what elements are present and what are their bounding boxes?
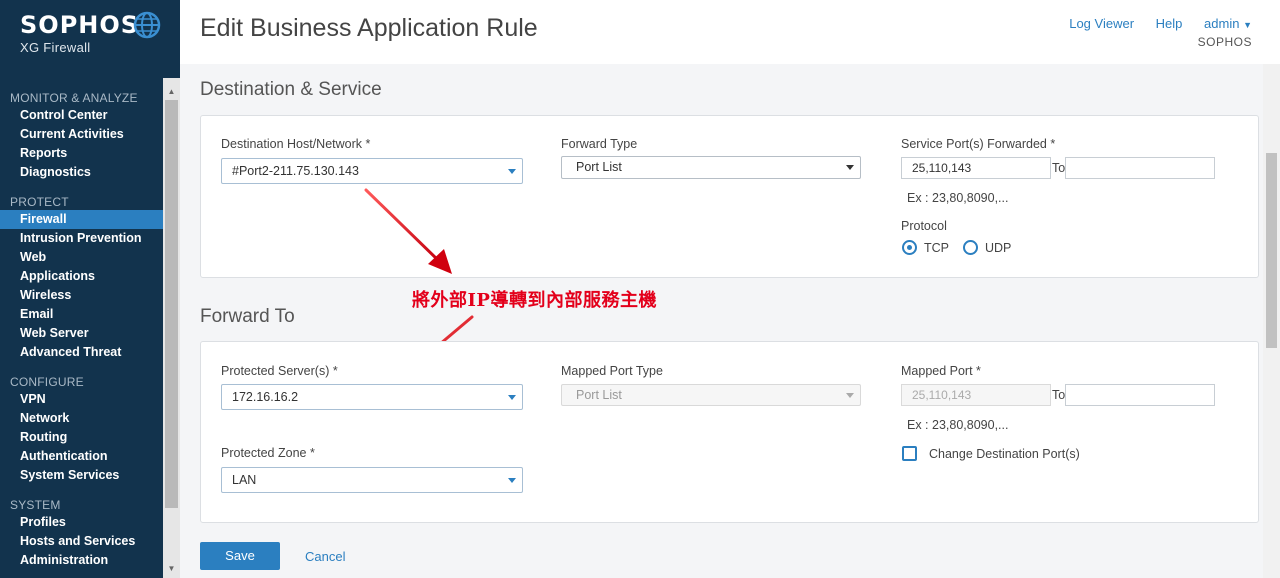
change-dest-port-checkbox[interactable] [902,446,917,461]
section-title-forward-to: Forward To [200,306,295,327]
sidebar-item-system-services[interactable]: System Services [0,466,163,485]
mapped-port-type-value: Port List [576,388,622,402]
protocol-udp-label: UDP [985,241,1012,255]
forward-type-label: Forward Type [561,137,638,151]
mapped-port-to-input[interactable] [1065,384,1215,406]
save-button[interactable]: Save [200,542,280,570]
protected-zone-value: LAN [232,473,257,487]
protocol-udp-radio[interactable] [963,240,978,255]
sidebar-item-wireless[interactable]: Wireless [0,286,163,305]
protected-zone-label: Protected Zone * [221,446,315,460]
sidebar-nav: MONITOR & ANALYZE Control Center Current… [0,90,163,570]
mapped-port-label: Mapped Port * [901,364,981,378]
nav-section-configure: CONFIGURE [10,375,84,389]
sidebar-item-intrusion-prevention[interactable]: Intrusion Prevention [0,229,163,248]
sidebar-item-email[interactable]: Email [0,305,163,324]
scroll-up-icon[interactable]: ▲ [163,86,180,98]
section-title-destination-service: Destination & Service [200,79,382,100]
org-name: SOPHOS [1197,35,1252,49]
dest-host-label: Destination Host/Network * [221,137,371,151]
dest-host-select[interactable]: #Port2-211.75.130.143 [221,158,523,184]
protocol-tcp-radio[interactable] [902,240,917,255]
protected-server-select[interactable]: 172.16.16.2 [221,384,523,410]
service-port-to-input[interactable] [1065,157,1215,179]
sidebar-item-vpn[interactable]: VPN [0,390,163,409]
chevron-down-icon: ▼ [1243,20,1252,30]
sidebar-item-advanced-threat[interactable]: Advanced Threat [0,343,163,362]
change-dest-port-label: Change Destination Port(s) [929,447,1080,461]
dest-host-value: #Port2-211.75.130.143 [232,164,359,178]
caret-down-icon [846,393,854,398]
nav-section-monitor: MONITOR & ANALYZE [10,91,138,105]
sidebar-scrollbar-thumb[interactable] [165,100,178,508]
sidebar-item-web[interactable]: Web [0,248,163,267]
header-links: Log Viewer Help admin ▼ [1051,16,1252,31]
log-viewer-link[interactable]: Log Viewer [1069,16,1134,31]
forward-type-value: Port List [576,160,622,174]
sidebar-item-control-center[interactable]: Control Center [0,106,163,125]
cancel-button[interactable]: Cancel [305,549,345,564]
sidebar-item-applications[interactable]: Applications [0,267,163,286]
service-port-to-label: To [1052,161,1066,175]
sidebar-item-hosts-and-services[interactable]: Hosts and Services [0,532,163,551]
mapped-port-input: 25,110,143 [901,384,1051,406]
mapped-port-hint: Ex : 23,80,8090,... [907,418,1009,432]
content-scrollbar-thumb[interactable] [1266,153,1277,348]
sidebar-item-routing[interactable]: Routing [0,428,163,447]
sidebar-item-diagnostics[interactable]: Diagnostics [0,163,163,182]
page-header: Edit Business Application Rule Log Viewe… [180,0,1280,64]
mapped-port-type-label: Mapped Port Type [561,364,663,378]
help-link[interactable]: Help [1156,16,1183,31]
page-title: Edit Business Application Rule [200,14,538,42]
nav-section-system: SYSTEM [10,498,61,512]
protected-server-label: Protected Server(s) * [221,364,338,378]
sidebar-item-firewall[interactable]: Firewall [0,210,163,229]
service-port-hint: Ex : 23,80,8090,... [907,191,1009,205]
protocol-tcp-label: TCP [924,241,949,255]
protocol-label: Protocol [901,219,947,233]
user-menu[interactable]: admin ▼ [1204,16,1252,31]
mapped-port-type-select: Port List [561,384,861,406]
sidebar-item-reports[interactable]: Reports [0,144,163,163]
nav-section-protect: PROTECT [10,195,69,209]
sophos-globe-icon [133,11,161,39]
product-name: XG Firewall [20,40,91,55]
caret-down-icon [508,169,516,174]
forward-type-select[interactable]: Port List [561,156,861,179]
sidebar-item-web-server[interactable]: Web Server [0,324,163,343]
forward-to-panel [200,341,1259,523]
mapped-port-to-label: To [1052,388,1066,402]
caret-down-icon [846,165,854,170]
protected-zone-select[interactable]: LAN [221,467,523,493]
scroll-down-icon[interactable]: ▼ [163,563,180,575]
sidebar-item-profiles[interactable]: Profiles [0,513,163,532]
caret-down-icon [508,478,516,483]
sidebar-item-authentication[interactable]: Authentication [0,447,163,466]
sidebar-item-administration[interactable]: Administration [0,551,163,570]
sidebar-item-current-activities[interactable]: Current Activities [0,125,163,144]
service-port-label: Service Port(s) Forwarded * [901,137,1056,151]
annotation-text: 將外部IP導轉到內部服務主機 [412,290,657,311]
service-port-input[interactable]: 25,110,143 [901,157,1051,179]
user-name: admin [1204,16,1240,31]
protected-server-value: 172.16.16.2 [232,390,299,404]
caret-down-icon [508,395,516,400]
sidebar-item-network[interactable]: Network [0,409,163,428]
brand-logo[interactable]: SOPHOS XG Firewall [0,0,180,78]
sidebar: SOPHOS XG Firewall MONITOR & ANALYZE Con… [0,0,180,578]
